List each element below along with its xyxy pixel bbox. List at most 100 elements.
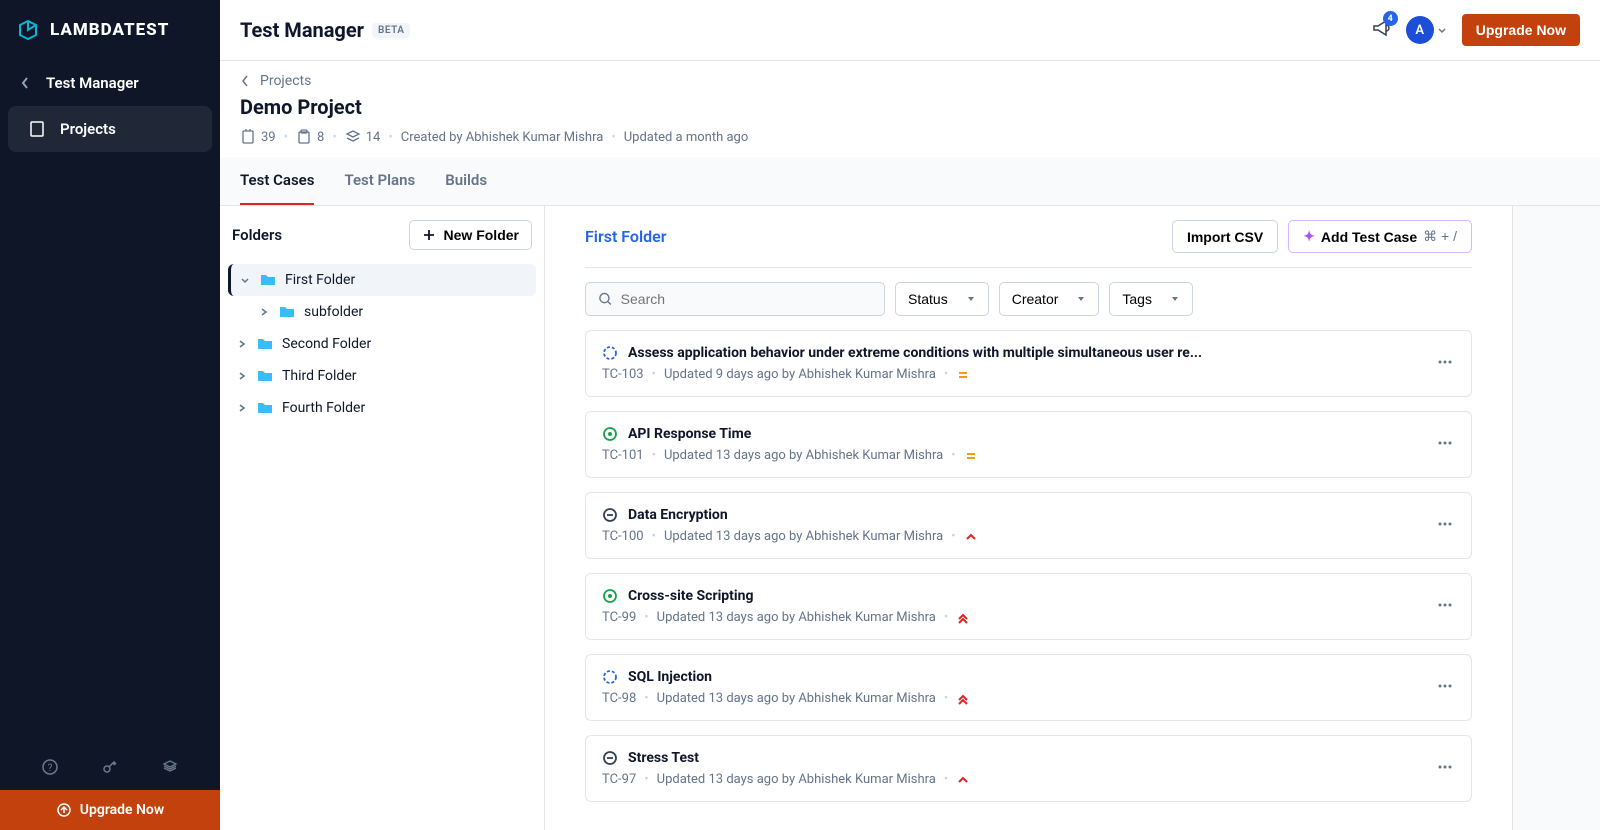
user-menu[interactable]: A: [1406, 16, 1448, 44]
chevron-down-icon: [1436, 24, 1448, 36]
sidebar-footer: ?: [0, 744, 220, 790]
tc-header-actions: Import CSV ✦ Add Test Case ⌘ + /: [1172, 220, 1472, 253]
testcase-id: TC-103: [602, 367, 644, 382]
status-pending-icon: [602, 345, 618, 361]
chevron-down-icon: [1076, 294, 1086, 304]
testcase-card[interactable]: Cross-site ScriptingTC-99•Updated 13 day…: [585, 573, 1472, 640]
app-title: Test Manager: [240, 18, 364, 42]
add-test-case-button[interactable]: ✦ Add Test Case ⌘ + /: [1288, 220, 1472, 253]
testcase-title: API Response Time: [628, 426, 751, 442]
project-meta: 39 • 8 • 14 • Created by Abhishek Kumar …: [240, 129, 1580, 145]
sidebar-upgrade[interactable]: Upgrade Now: [0, 790, 220, 830]
testcase-title: SQL Injection: [628, 669, 712, 685]
projects-icon: [28, 120, 46, 138]
testcase-meta: Updated 13 days ago by Abhishek Kumar Mi…: [664, 448, 943, 463]
sidebar: LAMBDATEST Test Manager Projects ? Upgra…: [0, 0, 220, 830]
testcase-menu[interactable]: [1435, 514, 1455, 538]
stat-builds-value: 14: [366, 130, 381, 145]
folder-item[interactable]: subfolder: [228, 296, 536, 328]
folder-icon: [256, 367, 274, 385]
status-skip-icon: [602, 750, 618, 766]
testcase-id: TC-101: [602, 448, 644, 463]
upgrade-button[interactable]: Upgrade Now: [1462, 14, 1580, 46]
folder-icon: [256, 399, 274, 417]
chevron-icon: [236, 370, 248, 382]
breadcrumb-link[interactable]: Projects: [260, 73, 311, 89]
chevron-icon: [239, 274, 251, 286]
testcase-meta: Updated 9 days ago by Abhishek Kumar Mis…: [664, 367, 936, 382]
tc-filters: Status Creator Tags: [585, 268, 1472, 330]
folder-item[interactable]: Third Folder: [228, 360, 536, 392]
testcase-card[interactable]: Assess application behavior under extrem…: [585, 330, 1472, 397]
priority-high-icon: [964, 530, 978, 544]
add-tc-kbd: ⌘ + /: [1423, 228, 1457, 245]
folders-heading: Folders: [232, 226, 282, 244]
folder-icon: [278, 303, 296, 321]
new-folder-button[interactable]: New Folder: [409, 220, 532, 250]
testcase-menu[interactable]: [1435, 433, 1455, 457]
stack-icon[interactable]: [161, 758, 179, 776]
nav-projects[interactable]: Projects: [8, 106, 212, 152]
key-icon[interactable]: [101, 758, 119, 776]
priority-medium-icon: [964, 449, 978, 463]
folder-item[interactable]: First Folder: [228, 264, 536, 296]
testcase-card[interactable]: Data EncryptionTC-100•Updated 13 days ag…: [585, 492, 1472, 559]
status-pass-icon: [602, 426, 618, 442]
priority-high-icon: [956, 773, 970, 787]
status-skip-icon: [602, 507, 618, 523]
chevron-icon: [258, 306, 270, 318]
breadcrumb-back-icon[interactable]: [240, 74, 250, 88]
nav-back[interactable]: Test Manager: [0, 60, 220, 106]
testcase-card[interactable]: API Response TimeTC-101•Updated 13 days …: [585, 411, 1472, 478]
brand-logo[interactable]: LAMBDATEST: [0, 0, 220, 60]
tc-header: First Folder Import CSV ✦ Add Test Case …: [585, 220, 1472, 268]
folder-label: Third Folder: [282, 368, 357, 384]
testcase-menu[interactable]: [1435, 352, 1455, 376]
testcase-id: TC-98: [602, 691, 636, 706]
chevron-down-icon: [966, 294, 976, 304]
folder-item[interactable]: Fourth Folder: [228, 392, 536, 424]
more-icon: [1435, 352, 1455, 372]
content: Folders New Folder First Folder subfolder…: [220, 206, 1600, 830]
testcase-menu[interactable]: [1435, 757, 1455, 781]
help-icon[interactable]: ?: [41, 758, 59, 776]
add-tc-label: Add Test Case: [1321, 229, 1417, 245]
tabs: Test Cases Test Plans Builds: [220, 157, 1600, 206]
folder-label: subfolder: [304, 304, 363, 320]
tab-builds[interactable]: Builds: [445, 157, 487, 205]
search-input[interactable]: [621, 283, 872, 315]
testcase-menu[interactable]: [1435, 676, 1455, 700]
folder-label: Second Folder: [282, 336, 371, 352]
import-csv-button[interactable]: Import CSV: [1172, 220, 1278, 253]
nav-back-label: Test Manager: [46, 74, 139, 92]
tab-test-cases[interactable]: Test Cases: [240, 157, 314, 205]
filter-creator[interactable]: Creator: [999, 282, 1100, 316]
folder-item[interactable]: Second Folder: [228, 328, 536, 360]
testcase-meta: Updated 13 days ago by Abhishek Kumar Mi…: [657, 772, 936, 787]
testcase-card[interactable]: Stress TestTC-97•Updated 13 days ago by …: [585, 735, 1472, 802]
testcase-menu[interactable]: [1435, 595, 1455, 619]
status-pass-icon: [602, 588, 618, 604]
sparkle-icon: ✦: [1303, 228, 1315, 245]
stat-plans-value: 8: [317, 130, 324, 145]
testcase-meta: Updated 13 days ago by Abhishek Kumar Mi…: [657, 610, 936, 625]
priority-critical-icon: [956, 611, 970, 625]
more-icon: [1435, 757, 1455, 777]
filter-tags[interactable]: Tags: [1109, 282, 1193, 316]
topbar-right: 4 A Upgrade Now: [1370, 14, 1580, 46]
filter-status[interactable]: Status: [895, 282, 989, 316]
testcase-id: TC-97: [602, 772, 636, 787]
tab-test-plans[interactable]: Test Plans: [344, 157, 415, 205]
plus-icon: [422, 228, 436, 242]
current-folder-title: First Folder: [585, 227, 667, 246]
brand-text: LAMBDATEST: [50, 20, 169, 40]
beta-badge: BETA: [372, 23, 410, 38]
folder-tree: First Folder subfolder Second Folder Third …: [220, 264, 544, 424]
testcase-meta: Updated 13 days ago by Abhishek Kumar Mi…: [664, 529, 943, 544]
testcase-id: TC-100: [602, 529, 644, 544]
notifications[interactable]: 4: [1370, 17, 1392, 43]
priority-medium-icon: [956, 368, 970, 382]
search-icon: [598, 291, 613, 307]
search-box[interactable]: [585, 282, 885, 316]
testcase-card[interactable]: SQL InjectionTC-98•Updated 13 days ago b…: [585, 654, 1472, 721]
